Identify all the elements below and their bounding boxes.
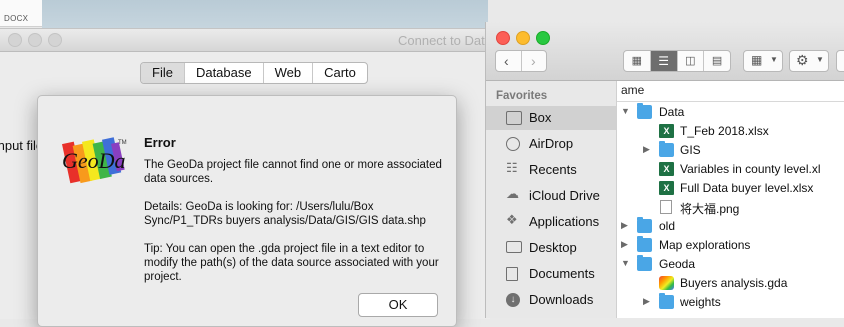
finder-sidebar: Favorites Box AirDrop ☷ Recents ☁ iCloud… <box>486 81 617 318</box>
sidebar-item-airdrop[interactable]: AirDrop <box>486 132 616 156</box>
clock-icon: ☷ <box>506 160 518 175</box>
desktop-icon <box>506 241 522 253</box>
zoom-button[interactable] <box>48 33 62 47</box>
disclosure-triangle-icon[interactable]: ▶ <box>643 144 650 155</box>
data-source-tabs: File Database Web Carto <box>140 62 368 84</box>
folder-icon <box>659 141 674 157</box>
folder-icon <box>659 293 674 309</box>
grid-icon: ▦ <box>751 53 763 67</box>
finder-window: ‹ › ▦ ☰ ◫ ▤ ▦ ▼ ⚙ ▼ Favorites Box AirDro… <box>485 22 844 318</box>
excel-file-icon: X <box>659 162 674 176</box>
geoda-logo: GeoDa TM <box>56 130 130 190</box>
back-icon[interactable]: ‹ <box>504 53 509 69</box>
airdrop-icon <box>506 137 520 151</box>
minimize-button[interactable] <box>28 33 42 47</box>
ok-button[interactable]: OK <box>358 293 438 317</box>
finder-toolbar: ‹ › ▦ ☰ ◫ ▤ ▦ ▼ ⚙ ▼ <box>486 22 844 81</box>
view-mode-control: ▦ ☰ ◫ ▤ <box>623 50 731 72</box>
list-view-icon[interactable]: ☰ <box>650 51 678 71</box>
action-button[interactable]: ⚙ ▼ <box>789 50 829 72</box>
cloud-icon: ☁ <box>506 186 519 201</box>
desktop-background <box>42 0 488 28</box>
sidebar-item-desktop[interactable]: Desktop <box>486 236 616 260</box>
excel-file-icon: X <box>659 124 674 138</box>
tab-web[interactable]: Web <box>264 63 314 83</box>
name-column-header[interactable]: ame <box>617 81 844 102</box>
file-row-old[interactable]: ▶ old <box>617 217 844 236</box>
download-icon: ↓ <box>506 293 520 307</box>
sidebar-item-downloads[interactable]: ↓ Downloads <box>486 288 616 312</box>
file-row-weights[interactable]: ▶ weights <box>617 293 844 312</box>
folder-icon <box>637 103 652 119</box>
close-button[interactable] <box>8 33 22 47</box>
error-message: The GeoDa project file cannot find one o… <box>144 159 442 185</box>
back-forward-control: ‹ › <box>495 50 547 72</box>
gear-icon: ⚙ <box>796 52 809 68</box>
folder-icon <box>637 236 652 252</box>
sidebar-item-applications[interactable]: ❖ Applications <box>486 210 616 234</box>
disclosure-triangle-icon[interactable]: ▶ <box>621 239 628 250</box>
tab-file[interactable]: File <box>141 63 185 83</box>
sidebar-item-icloud-drive[interactable]: ☁ iCloud Drive <box>486 184 616 208</box>
sidebar-item-documents[interactable]: Documents <box>486 262 616 286</box>
share-button[interactable] <box>836 50 844 72</box>
group-by-button[interactable]: ▦ ▼ <box>743 50 783 72</box>
zoom-button[interactable] <box>536 31 550 45</box>
gallery-view-icon[interactable]: ▤ <box>704 51 730 71</box>
error-title: Error <box>144 135 176 150</box>
favorites-heading: Favorites <box>496 90 548 102</box>
file-row-t-feb-2018[interactable]: X T_Feb 2018.xlsx <box>617 122 844 141</box>
folder-icon <box>637 217 652 233</box>
docx-thumbnail[interactable]: DOCX <box>0 0 43 27</box>
error-details: Details: GeoDa is looking for: /Users/lu… <box>144 201 426 227</box>
docx-label: DOCX <box>4 14 29 23</box>
sidebar-item-box[interactable]: Box <box>486 106 616 130</box>
error-dialog: GeoDa TM Error The GeoDa project file ca… <box>37 95 457 327</box>
icon-view-icon[interactable]: ▦ <box>624 51 651 71</box>
file-row-png[interactable]: 将大福.png <box>617 198 844 217</box>
folder-icon <box>637 255 652 271</box>
forward-icon[interactable]: › <box>531 53 536 69</box>
image-file-icon <box>660 200 672 214</box>
applications-icon: ❖ <box>506 212 518 227</box>
disclosure-triangle-icon[interactable]: ▼ <box>621 258 630 268</box>
file-row-gis[interactable]: ▶ GIS <box>617 141 844 160</box>
file-row-variables-county[interactable]: X Variables in county level.xl <box>617 160 844 179</box>
tab-database[interactable]: Database <box>185 63 264 83</box>
column-view-icon[interactable]: ◫ <box>678 51 705 71</box>
close-button[interactable] <box>496 31 510 45</box>
file-row-geoda[interactable]: ▼ Geoda <box>617 255 844 274</box>
file-row-data[interactable]: ▼ Data <box>617 103 844 122</box>
disclosure-triangle-icon[interactable]: ▶ <box>643 296 650 307</box>
error-tip: Tip: You can open the .gda project file … <box>144 243 439 283</box>
file-row-buyers-analysis-gda[interactable]: Buyers analysis.gda <box>617 274 844 293</box>
file-row-full-data[interactable]: X Full Data buyer level.xlsx <box>617 179 844 198</box>
minimize-button[interactable] <box>516 31 530 45</box>
sidebar-item-recents[interactable]: ☷ Recents <box>486 158 616 182</box>
chevron-down-icon: ▼ <box>770 55 778 64</box>
folder-icon <box>506 111 522 125</box>
disclosure-triangle-icon[interactable]: ▼ <box>621 106 630 116</box>
chevron-down-icon: ▼ <box>816 55 824 64</box>
logo-wordmark: GeoDa <box>62 148 126 173</box>
disclosure-triangle-icon[interactable]: ▶ <box>621 220 628 231</box>
excel-file-icon: X <box>659 181 674 195</box>
file-row-map-explorations[interactable]: ▶ Map explorations <box>617 236 844 255</box>
tab-carto[interactable]: Carto <box>313 63 367 83</box>
connect-window-titlebar: Connect to Data Source <box>0 29 537 52</box>
geoda-project-icon <box>659 276 674 290</box>
documents-icon <box>506 267 518 281</box>
svg-text:TM: TM <box>118 140 127 146</box>
divider <box>521 51 522 71</box>
